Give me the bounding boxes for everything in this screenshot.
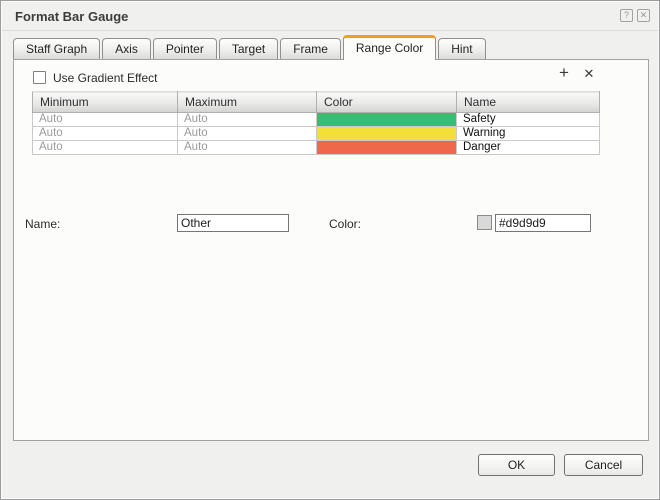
ok-button[interactable]: OK — [478, 454, 555, 476]
minimum-cell[interactable]: Auto — [33, 127, 178, 141]
column-header-minimum[interactable]: Minimum — [33, 92, 178, 113]
column-header-name[interactable]: Name — [457, 92, 600, 113]
color-input[interactable] — [495, 214, 591, 232]
add-range-icon[interactable]: + — [555, 64, 573, 82]
range-color-panel: Use Gradient Effect + ✕ Minimum Maximum … — [13, 59, 649, 441]
color-swatch-cell[interactable] — [317, 127, 457, 141]
range-color-table: Minimum Maximum Color Name Auto Auto Saf… — [32, 91, 600, 155]
table-row[interactable]: Auto Auto Safety — [33, 113, 600, 127]
tab-pointer[interactable]: Pointer — [153, 38, 217, 59]
tab-range-color[interactable]: Range Color — [343, 35, 436, 60]
tab-hint[interactable]: Hint — [438, 38, 485, 59]
tab-staff-graph[interactable]: Staff Graph — [13, 38, 100, 59]
color-field-label: Color: — [329, 217, 361, 231]
close-icon[interactable]: ✕ — [637, 9, 650, 22]
tab-axis[interactable]: Axis — [102, 38, 151, 59]
use-gradient-label: Use Gradient Effect — [53, 71, 158, 85]
cancel-button[interactable]: Cancel — [564, 454, 643, 476]
minimum-cell[interactable]: Auto — [33, 141, 178, 155]
name-cell[interactable]: Warning — [457, 127, 600, 141]
color-swatch-cell[interactable] — [317, 141, 457, 155]
dialog-title: Format Bar Gauge — [15, 9, 128, 24]
column-header-color[interactable]: Color — [317, 92, 457, 113]
name-cell[interactable]: Safety — [457, 113, 600, 127]
use-gradient-checkbox[interactable] — [33, 71, 46, 84]
table-row[interactable]: Auto Auto Danger — [33, 141, 600, 155]
column-header-maximum[interactable]: Maximum — [178, 92, 317, 113]
name-field-label: Name: — [25, 217, 60, 231]
maximum-cell[interactable]: Auto — [178, 113, 317, 127]
help-icon[interactable]: ? — [620, 9, 633, 22]
format-bar-gauge-dialog: Format Bar Gauge ? ✕ Staff Graph Axis Po… — [0, 0, 660, 500]
remove-range-icon[interactable]: ✕ — [580, 66, 598, 84]
minimum-cell[interactable]: Auto — [33, 113, 178, 127]
table-row[interactable]: Auto Auto Warning — [33, 127, 600, 141]
table-header-row: Minimum Maximum Color Name — [33, 92, 600, 113]
maximum-cell[interactable]: Auto — [178, 127, 317, 141]
tab-frame[interactable]: Frame — [280, 38, 341, 59]
name-cell[interactable]: Danger — [457, 141, 600, 155]
color-swatch[interactable] — [477, 215, 492, 230]
name-input[interactable] — [177, 214, 289, 232]
dialog-titlebar: Format Bar Gauge ? ✕ — [2, 2, 658, 31]
tab-bar: Staff Graph Axis Pointer Target Frame Ra… — [13, 35, 488, 59]
tab-target[interactable]: Target — [219, 38, 278, 59]
color-swatch-cell[interactable] — [317, 113, 457, 127]
maximum-cell[interactable]: Auto — [178, 141, 317, 155]
